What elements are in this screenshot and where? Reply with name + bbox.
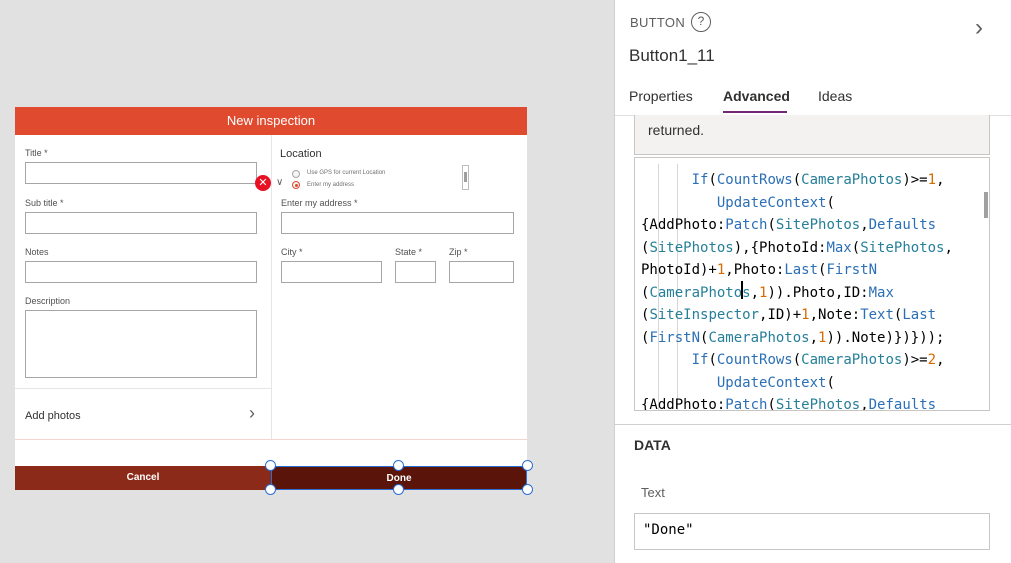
control-name[interactable]: Button1_11 (629, 46, 715, 66)
text-property-input[interactable]: "Done" (634, 513, 990, 550)
form-header: New inspection (15, 107, 527, 135)
column-divider (271, 135, 272, 439)
state-input[interactable] (395, 261, 436, 283)
add-photos-label: Add photos (25, 410, 81, 422)
resize-handle-t[interactable] (393, 460, 404, 471)
radio-address-label: Enter my address (307, 182, 355, 188)
canvas-area: New inspection Title * Sub title * Notes… (0, 0, 614, 563)
title-input[interactable] (25, 162, 257, 184)
formula-code[interactable]: If(CountRows(CameraPhotos)>=1, UpdateCon… (641, 169, 981, 410)
editor-scrollbar[interactable] (984, 192, 988, 218)
text-cursor (741, 281, 743, 299)
chevron-right-icon[interactable]: › (975, 14, 983, 42)
zip-label: Zip * (449, 247, 468, 257)
active-tab-indicator (723, 111, 787, 113)
text-property-label: Text (641, 485, 665, 500)
radio-address[interactable] (292, 181, 300, 189)
title-label: Title * (25, 148, 48, 158)
resize-handle-tl[interactable] (265, 460, 276, 471)
state-label: State * (395, 247, 423, 257)
error-x-icon[interactable]: ✕ (255, 175, 271, 191)
cancel-button[interactable]: Cancel (15, 466, 271, 490)
data-section-title: DATA (634, 437, 671, 453)
form-footer-divider (15, 439, 527, 440)
zip-input[interactable] (449, 261, 514, 283)
address-input[interactable] (281, 212, 514, 234)
subtitle-label: Sub title * (25, 198, 64, 208)
formula-editor[interactable]: If(CountRows(CameraPhotos)>=1, UpdateCon… (634, 157, 990, 411)
radio-scrollbar[interactable] (462, 165, 469, 190)
tab-advanced[interactable]: Advanced (723, 88, 790, 104)
tab-properties[interactable]: Properties (629, 88, 693, 104)
description-label: Description (25, 296, 71, 306)
resize-handle-tr[interactable] (522, 460, 533, 471)
description-input[interactable] (25, 310, 257, 378)
city-input[interactable] (281, 261, 382, 283)
resize-handle-bl[interactable] (265, 484, 276, 495)
subtitle-input[interactable] (25, 212, 257, 234)
chevron-down-icon: ∨ (276, 177, 284, 188)
city-label: City * (281, 247, 303, 257)
notes-input[interactable] (25, 261, 257, 283)
properties-panel: BUTTON ? Button1_11 › Properties Advance… (614, 0, 1011, 563)
tab-ideas[interactable]: Ideas (818, 88, 852, 104)
question-circle-icon[interactable]: ? (691, 12, 711, 32)
location-title: Location (280, 148, 322, 160)
address-label: Enter my address * (281, 198, 358, 208)
property-description-text: returned. (648, 122, 705, 138)
radio-gps[interactable] (292, 170, 300, 178)
inspection-form: New inspection Title * Sub title * Notes… (15, 107, 527, 490)
resize-handle-br[interactable] (522, 484, 533, 495)
add-photos-row[interactable]: Add photos › (15, 388, 271, 439)
property-description-box: returned. (634, 115, 990, 155)
radio-gps-label: Use GPS for current Location (307, 170, 386, 176)
notes-label: Notes (25, 247, 49, 257)
chevron-right-icon: › (249, 403, 255, 423)
section-divider (615, 424, 1011, 425)
control-type-label: BUTTON (630, 15, 686, 30)
resize-handle-b[interactable] (393, 484, 404, 495)
